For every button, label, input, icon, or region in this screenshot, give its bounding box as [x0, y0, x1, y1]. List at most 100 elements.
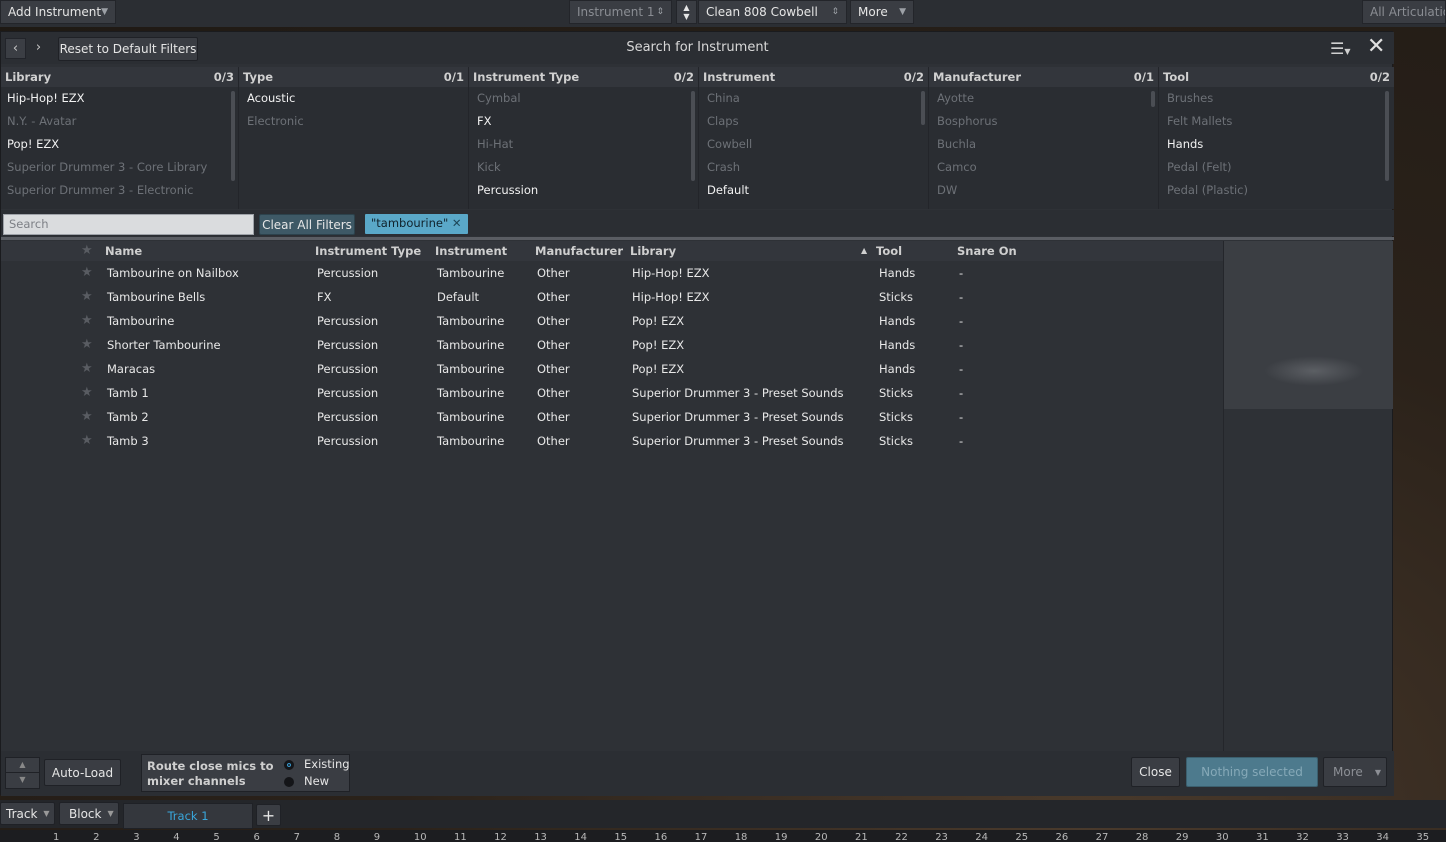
filter-item[interactable]: Acoustic: [239, 87, 468, 110]
articulations-dropdown[interactable]: All Articulations: [1362, 0, 1446, 24]
ruler-tick-label: 11: [454, 832, 467, 842]
filter-column-tool: Tool 0/2 Brushes Felt Mallets Hands Pedal…: [1159, 67, 1394, 209]
footer-more-dropdown[interactable]: More ▼: [1323, 757, 1387, 787]
favorite-star-icon[interactable]: ★: [81, 361, 93, 376]
block-dropdown[interactable]: Block ▼: [59, 802, 119, 825]
instrument-slot-select[interactable]: Instrument 1 ⇕: [569, 0, 672, 24]
load-selection-button[interactable]: Nothing selected: [1186, 757, 1318, 787]
ruler-tick-label: 7: [293, 832, 300, 842]
filter-item[interactable]: Camco: [929, 156, 1158, 179]
auto-load-button[interactable]: Auto-Load: [44, 759, 121, 786]
filter-item[interactable]: Bosphorus: [929, 110, 1158, 133]
panel-splitter[interactable]: [1, 237, 1394, 240]
table-row[interactable]: ★ Tambourine on Nailbox Percussion Tambouri…: [1, 261, 1223, 285]
filter-item[interactable]: DW: [929, 179, 1158, 202]
menu-icon[interactable]: ☰▼: [1330, 39, 1351, 58]
filter-item[interactable]: Pedal (Felt): [1159, 156, 1394, 179]
column-header-library[interactable]: Library: [630, 244, 676, 258]
favorite-star-icon[interactable]: ★: [81, 337, 93, 352]
tab-track-1[interactable]: Track 1: [123, 803, 253, 829]
filter-item[interactable]: China: [699, 87, 928, 110]
filter-item[interactable]: Brushes: [1159, 87, 1394, 110]
column-header-name[interactable]: Name: [105, 244, 142, 258]
filter-scrollbar[interactable]: [1151, 91, 1155, 107]
chevron-up-icon[interactable]: ▲: [683, 3, 689, 12]
table-row[interactable]: ★ Tambourine Bells FX Default Other Hip-Hop! …: [1, 285, 1223, 309]
table-row[interactable]: ★ Tamb 1 Percussion Tambourine Other Superior…: [1, 381, 1223, 405]
search-filter-chip[interactable]: "tambourine" ✕: [365, 214, 468, 234]
filter-item[interactable]: Cowbell: [699, 133, 928, 156]
filter-item[interactable]: Pop! EZX: [1, 133, 238, 156]
ruler-tick-label: 9: [373, 832, 381, 842]
favorite-star-icon[interactable]: ★: [81, 265, 93, 280]
chevron-down-icon[interactable]: ▼: [683, 12, 689, 21]
chevron-up-icon[interactable]: ▲: [6, 758, 39, 773]
favorite-star-icon[interactable]: ★: [81, 385, 93, 400]
close-button[interactable]: Close: [1131, 757, 1180, 787]
table-row[interactable]: ★ Tamb 2 Percussion Tambourine Other Superior…: [1, 405, 1223, 429]
preset-select[interactable]: Clean 808 Cowbell ⇕: [698, 0, 847, 24]
add-instrument-dropdown[interactable]: Add Instrument ▼: [0, 0, 116, 24]
cell-instrument: Default: [437, 290, 480, 304]
table-row[interactable]: ★ Maracas Percussion Tambourine Other Pop! EZ…: [1, 357, 1223, 381]
filter-item[interactable]: Cymbal: [469, 87, 698, 110]
cell-name: Tamb 2: [107, 410, 149, 424]
filter-column-instrument-type: Instrument Type 0/2 Cymbal FX Hi-Hat Kick…: [469, 67, 699, 209]
filter-scrollbar[interactable]: [231, 91, 235, 181]
filter-item[interactable]: Pedal (Plastic): [1159, 179, 1394, 202]
favorite-star-icon[interactable]: ★: [81, 289, 93, 304]
filter-header: Instrument 0/2: [699, 67, 928, 87]
table-row[interactable]: ★ Shorter Tambourine Percussion Tambourine O…: [1, 333, 1223, 357]
table-row[interactable]: ★ Tambourine Percussion Tambourine Other Pop!…: [1, 309, 1223, 333]
search-input[interactable]: Search: [3, 214, 254, 235]
filter-item[interactable]: Felt Mallets: [1159, 110, 1394, 133]
filter-item[interactable]: Hands: [1159, 133, 1394, 156]
favorite-star-icon[interactable]: ★: [81, 433, 93, 448]
filter-item[interactable]: Hip-Hop! EZX: [1, 87, 238, 110]
new-radio[interactable]: [284, 777, 294, 787]
filter-header-label: Type: [243, 70, 274, 84]
column-header-instrument[interactable]: Instrument: [435, 244, 507, 258]
filter-item[interactable]: Kick: [469, 156, 698, 179]
add-track-button[interactable]: +: [256, 804, 281, 826]
filter-item[interactable]: N.Y. - Avatar: [1, 110, 238, 133]
slot-stepper[interactable]: ▲ ▼: [676, 0, 697, 24]
filter-item[interactable]: Crash: [699, 156, 928, 179]
filter-scrollbar[interactable]: [1385, 91, 1389, 181]
filter-item[interactable]: Electronic: [239, 110, 468, 133]
filter-item[interactable]: Percussion: [469, 179, 698, 202]
existing-radio[interactable]: [284, 760, 294, 770]
filter-count: 0/2: [673, 70, 694, 84]
timeline-ruler[interactable]: 1 2 3 4 5 6 7 8 9 10 11 12 13 14 15 16 17 18 19 20 21 22 23 24 2…: [0, 830, 1446, 842]
filter-item[interactable]: FX: [469, 110, 698, 133]
column-header-instrument-type[interactable]: Instrument Type: [315, 244, 421, 258]
favorite-star-icon[interactable]: ★: [81, 409, 93, 424]
ruler-tick-label: 1: [53, 832, 60, 842]
ruler-tick-label: 28: [1135, 832, 1149, 842]
updown-icon: ⇕: [831, 7, 839, 17]
track-dropdown[interactable]: Track ▼: [0, 802, 55, 825]
more-dropdown[interactable]: More ▼: [850, 0, 914, 24]
table-row[interactable]: ★ Tamb 3 Percussion Tambourine Other Superior…: [1, 429, 1223, 453]
column-header-snare-on[interactable]: Snare On: [957, 244, 1017, 258]
filter-scrollbar[interactable]: [921, 91, 925, 125]
chip-remove-icon[interactable]: ✕: [452, 216, 462, 230]
chevron-down-icon[interactable]: ▼: [6, 773, 39, 788]
clear-all-filters-button[interactable]: Clear All Filters: [259, 214, 355, 235]
dialog-titlebar: ‹ › Reset to Default Filters Search for …: [1, 32, 1394, 64]
filter-item[interactable]: Claps: [699, 110, 928, 133]
filter-item[interactable]: Buchla: [929, 133, 1158, 156]
favorite-star-icon[interactable]: ★: [81, 313, 93, 328]
favorite-header-icon[interactable]: ★: [81, 243, 93, 258]
search-row: Search Clear All Filters "tambourine" ✕: [1, 210, 1394, 236]
filter-scrollbar[interactable]: [691, 91, 695, 181]
filter-item[interactable]: Default: [699, 179, 928, 202]
column-header-tool[interactable]: Tool: [876, 244, 902, 258]
column-header-manufacturer[interactable]: Manufacturer: [535, 244, 623, 258]
filter-item[interactable]: Ayotte: [929, 87, 1158, 110]
filter-item[interactable]: Superior Drummer 3 - Core Library: [1, 156, 238, 179]
close-icon[interactable]: ✕: [1367, 34, 1385, 59]
filter-item[interactable]: Superior Drummer 3 - Electronic: [1, 179, 238, 202]
filter-column-manufacturer: Manufacturer 0/1 Ayotte Bosphorus Buchla …: [929, 67, 1159, 209]
filter-item[interactable]: Hi-Hat: [469, 133, 698, 156]
